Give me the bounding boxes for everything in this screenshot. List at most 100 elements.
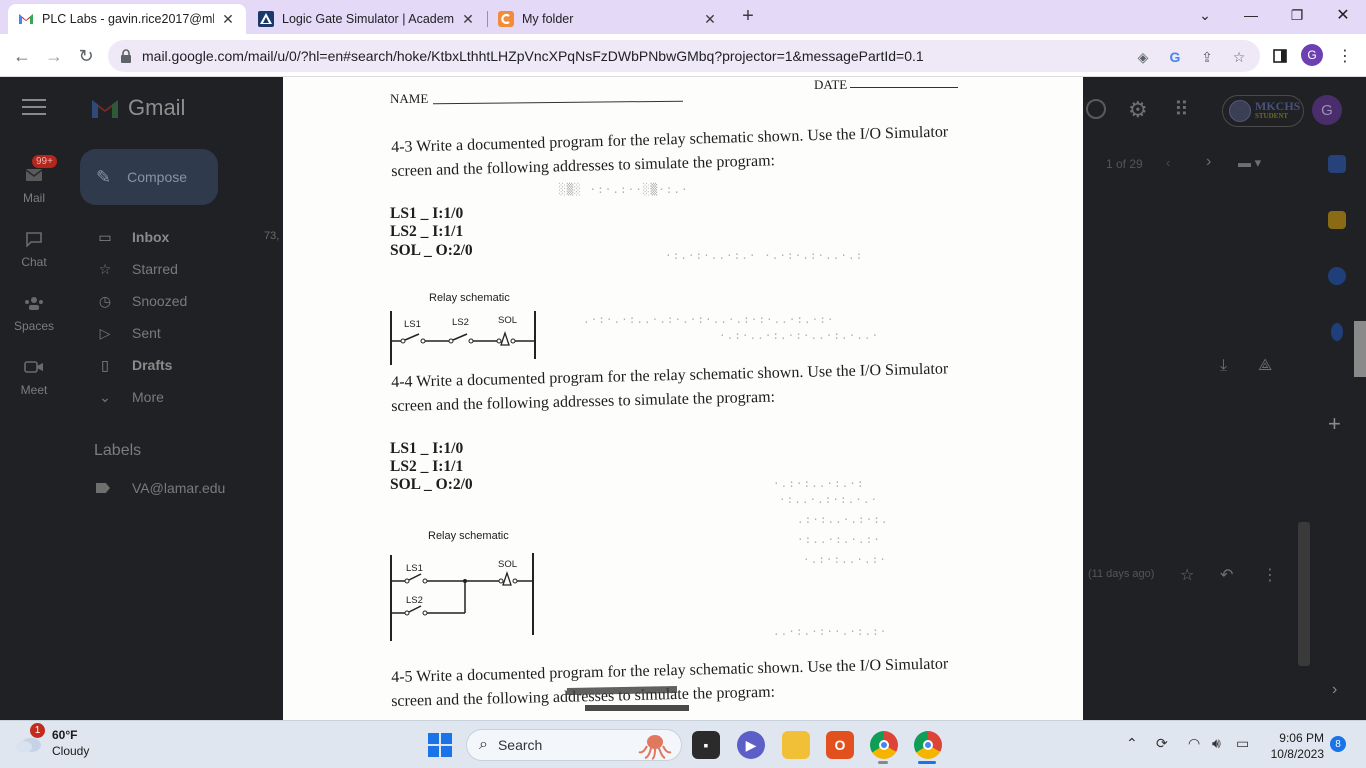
main-menu-icon[interactable] [22, 99, 46, 117]
scan-noise: ·:..·:.·.:· [797, 533, 881, 546]
close-icon[interactable]: ✕ [220, 11, 236, 27]
chrome-profile-icon[interactable] [914, 731, 942, 759]
kebab-menu-icon[interactable]: ⋮ [1335, 46, 1355, 66]
address-bar[interactable]: mail.google.com/mail/u/0/?hl=en#search/h… [108, 40, 1260, 72]
tab-title: My folder [522, 12, 574, 26]
q44-line2: screen and the following addresses to si… [391, 388, 776, 415]
notification-badge[interactable]: 8 [1330, 736, 1346, 752]
scan-noise: ·:..·.:·:.·.· [779, 493, 879, 506]
reload-icon[interactable]: ↻ [72, 42, 100, 70]
nav-starred[interactable]: ☆ Starred [96, 257, 178, 281]
q44-schematic-title: Relay schematic [428, 530, 509, 542]
rail-chat[interactable]: Chat [8, 227, 60, 269]
weather-widget[interactable]: 1 60°F Cloudy [14, 723, 89, 759]
apps-grid-icon[interactable]: ⠿ [1174, 97, 1189, 122]
tab-search-chevron-icon[interactable]: ⌄ [1182, 0, 1228, 30]
system-clock[interactable]: 9:06 PM 10/8/2023 [1262, 730, 1324, 762]
nav-inbox[interactable]: ▭ Inbox [96, 225, 169, 249]
rail-label: Spaces [13, 319, 55, 333]
tab-my-folder[interactable]: My folder ✕ [488, 4, 728, 34]
account-avatar[interactable]: G [1312, 95, 1342, 125]
nav-snoozed[interactable]: ◷ Snoozed [96, 289, 187, 313]
scrollbar-thumb[interactable] [1354, 321, 1366, 377]
file-explorer-icon[interactable] [782, 731, 810, 759]
q43-line2: screen and the following addresses to si… [391, 152, 776, 180]
forward-arrow-icon[interactable]: → [40, 42, 68, 70]
weather-temp: 60°F [52, 728, 78, 742]
inbox-count: 73, [264, 230, 280, 242]
tab-plc-labs[interactable]: PLC Labs - gavin.rice2017@mkch ✕ [8, 4, 246, 34]
scrollbar-track[interactable] [1298, 522, 1310, 666]
compose-button[interactable]: ✎ Compose [80, 149, 218, 205]
close-icon[interactable]: ✕ [460, 11, 476, 27]
office-icon[interactable]: O [826, 731, 854, 759]
contacts-icon[interactable] [1331, 323, 1343, 341]
label-text: VA@lamar.edu [132, 480, 226, 496]
scan-noise: ·.:·..·:.·:·..·:.·..· [719, 329, 880, 342]
rail-mail[interactable]: Mail [8, 163, 60, 205]
show-hidden-icons-chevron[interactable]: ⌃ [1126, 735, 1138, 752]
nav-sent[interactable]: ▷ Sent [96, 321, 161, 345]
calendar-icon[interactable] [1328, 155, 1346, 173]
nav-more[interactable]: ⌄ More [96, 385, 164, 409]
star-email-icon[interactable]: ☆ [1180, 565, 1194, 585]
next-page-icon[interactable]: › [1206, 153, 1211, 171]
q43-address-2: LS2 _ I:1/1 [390, 223, 464, 240]
tab-logic-gate-simulator[interactable]: Logic Gate Simulator | Academo ✕ [248, 4, 486, 34]
wifi-icon[interactable]: ◠ [1188, 735, 1200, 752]
tasks-icon[interactable] [1328, 267, 1346, 285]
scan-noise: ..·:.·:··.·:.:· [773, 625, 888, 638]
side-panel-apps [1318, 155, 1356, 379]
sync-icon[interactable]: ⟳ [1156, 735, 1168, 752]
add-to-drive-icon[interactable]: ⟁ [1258, 357, 1272, 375]
keep-icon[interactable] [1328, 211, 1346, 229]
windows-taskbar: 1 60°F Cloudy ⌕ Search ▪ ▶ O ⌃ ⟳ ◠ 🔊︎ ▭ … [0, 720, 1366, 768]
nav-label: Inbox [132, 229, 170, 245]
input-tools-icon[interactable]: ▬ ▾ [1238, 155, 1261, 171]
nav-label: Starred [132, 261, 178, 277]
spaces-icon [18, 291, 50, 315]
teams-chat-icon[interactable]: ▶ [737, 731, 765, 759]
close-icon[interactable]: ✕ [702, 11, 718, 27]
expand-panel-icon[interactable]: › [1332, 681, 1337, 699]
q43-relay-schematic [390, 311, 536, 365]
eye-icon[interactable]: ◈ [1134, 48, 1152, 66]
q45-line1: 4-5 Write a documented program for the r… [391, 655, 949, 686]
minimize-icon[interactable]: — [1228, 0, 1274, 30]
scribble-mark [585, 705, 689, 711]
unread-badge: 99+ [32, 155, 57, 168]
bookmark-star-icon[interactable]: ☆ [1230, 48, 1248, 66]
nav-drafts[interactable]: ▯ Drafts [96, 353, 172, 377]
close-window-icon[interactable]: ✕ [1320, 0, 1366, 30]
label-item[interactable]: VA@lamar.edu [96, 480, 225, 496]
google-lens-icon[interactable]: G [1166, 48, 1184, 66]
chrome-icon[interactable] [870, 731, 898, 759]
more-options-icon[interactable]: ⋮ [1262, 565, 1278, 585]
prev-page-icon[interactable]: ‹ [1166, 155, 1170, 170]
taskbar-search[interactable]: ⌕ Search [466, 729, 682, 761]
help-icon[interactable] [1086, 99, 1106, 119]
get-addons-plus-icon[interactable]: + [1328, 411, 1341, 437]
gmail-logo[interactable]: Gmail [90, 95, 185, 121]
nav-label: More [132, 389, 164, 405]
academo-icon [258, 11, 274, 27]
windows-start-icon[interactable] [428, 733, 452, 757]
restore-icon[interactable]: ❐ [1274, 0, 1320, 30]
side-panel-icon[interactable] [1270, 46, 1290, 66]
q44-label-sol: SOL [498, 559, 518, 570]
settings-gear-icon[interactable]: ⚙ [1128, 97, 1148, 123]
download-icon[interactable]: ⤓ [1220, 357, 1227, 375]
profile-avatar[interactable]: G [1301, 44, 1323, 66]
school-account-logo[interactable]: MKCHS STUDENT [1222, 95, 1304, 127]
running-indicator [878, 761, 888, 764]
new-tab-button[interactable]: + [737, 6, 759, 28]
share-icon[interactable]: ⇪ [1198, 48, 1216, 66]
back-arrow-icon[interactable]: ← [8, 42, 36, 70]
rail-spaces[interactable]: Spaces [8, 291, 60, 333]
meet-icon [18, 355, 50, 379]
battery-icon[interactable]: ▭ [1236, 735, 1249, 752]
task-view-icon[interactable]: ▪ [692, 731, 720, 759]
volume-icon[interactable]: 🔊︎ [1212, 735, 1221, 752]
rail-meet[interactable]: Meet [8, 355, 60, 397]
reply-icon[interactable]: ↶ [1220, 565, 1233, 585]
